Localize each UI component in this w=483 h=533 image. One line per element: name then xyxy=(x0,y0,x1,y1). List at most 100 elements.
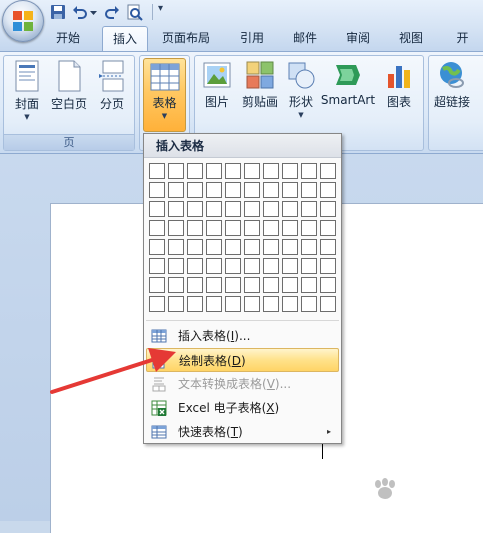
tab-references[interactable]: 引用 xyxy=(230,26,274,52)
table-grid-cell[interactable] xyxy=(168,163,184,179)
menu-item-excel-spreadsheet[interactable]: Excel 电子表格(X) xyxy=(146,396,339,420)
table-grid-cell[interactable] xyxy=(244,296,260,312)
save-icon[interactable] xyxy=(50,4,66,20)
table-grid-cell[interactable] xyxy=(301,258,317,274)
table-grid-cell[interactable] xyxy=(225,220,241,236)
table-grid-cell[interactable] xyxy=(282,239,298,255)
table-grid-cell[interactable] xyxy=(263,220,279,236)
table-grid-cell[interactable] xyxy=(187,258,203,274)
shapes-button[interactable]: 形状 ▼ xyxy=(285,60,317,119)
table-button[interactable]: 表格 ▼ xyxy=(143,58,186,132)
office-button[interactable] xyxy=(2,0,44,42)
table-grid-cell[interactable] xyxy=(320,220,336,236)
table-grid-cell[interactable] xyxy=(149,239,165,255)
table-grid-cell[interactable] xyxy=(263,201,279,217)
table-grid-cell[interactable] xyxy=(301,163,317,179)
clipart-button[interactable]: 剪贴画 xyxy=(237,60,283,110)
table-grid-cell[interactable] xyxy=(282,296,298,312)
table-grid-cell[interactable] xyxy=(149,201,165,217)
table-grid-cell[interactable] xyxy=(149,163,165,179)
menu-item-insert-table[interactable]: 插入表格(I)... xyxy=(146,324,339,348)
blank-page-button[interactable]: 空白页 xyxy=(48,60,90,112)
table-grid-cell[interactable] xyxy=(225,258,241,274)
table-grid-cell[interactable] xyxy=(320,239,336,255)
table-grid-cell[interactable] xyxy=(282,163,298,179)
table-grid-cell[interactable] xyxy=(301,182,317,198)
table-grid-cell[interactable] xyxy=(187,163,203,179)
table-grid-cell[interactable] xyxy=(168,296,184,312)
table-grid-cell[interactable] xyxy=(263,277,279,293)
table-grid-cell[interactable] xyxy=(301,201,317,217)
table-grid-cell[interactable] xyxy=(206,296,222,312)
tab-developer[interactable]: 开发工 xyxy=(442,26,483,93)
hyperlink-button[interactable]: 超链接 xyxy=(431,60,473,110)
table-grid-cell[interactable] xyxy=(320,163,336,179)
table-grid-cell[interactable] xyxy=(263,163,279,179)
table-grid-cell[interactable] xyxy=(225,201,241,217)
table-grid-cell[interactable] xyxy=(263,258,279,274)
undo-dropdown-icon[interactable] xyxy=(90,4,97,20)
table-grid-cell[interactable] xyxy=(282,258,298,274)
table-grid-cell[interactable] xyxy=(187,182,203,198)
table-grid-cell[interactable] xyxy=(206,239,222,255)
table-grid-cell[interactable] xyxy=(225,239,241,255)
table-grid-cell[interactable] xyxy=(263,296,279,312)
table-grid-cell[interactable] xyxy=(187,201,203,217)
redo-icon[interactable] xyxy=(104,4,120,20)
table-grid-cell[interactable] xyxy=(168,258,184,274)
table-grid-cell[interactable] xyxy=(263,239,279,255)
print-preview-icon[interactable] xyxy=(126,4,144,21)
table-grid-cell[interactable] xyxy=(168,220,184,236)
table-grid-cell[interactable] xyxy=(225,296,241,312)
table-grid-cell[interactable] xyxy=(206,277,222,293)
table-grid-cell[interactable] xyxy=(187,239,203,255)
table-grid-cell[interactable] xyxy=(225,182,241,198)
table-grid-cell[interactable] xyxy=(187,220,203,236)
table-grid-cell[interactable] xyxy=(225,163,241,179)
undo-icon[interactable] xyxy=(72,4,88,20)
table-grid-cell[interactable] xyxy=(263,182,279,198)
table-grid-cell[interactable] xyxy=(206,163,222,179)
table-grid-cell[interactable] xyxy=(282,201,298,217)
table-grid-cell[interactable] xyxy=(320,296,336,312)
menu-item-quick-tables[interactable]: 快速表格(T) ▸ xyxy=(146,420,339,444)
table-grid-cell[interactable] xyxy=(168,182,184,198)
picture-button[interactable]: 图片 xyxy=(199,60,235,110)
menu-item-text-to-table[interactable]: 文本转换成表格(V)... xyxy=(146,372,339,396)
tab-home[interactable]: 开始 xyxy=(46,26,90,52)
customize-quick-access-icon[interactable]: ▾ xyxy=(158,3,163,14)
table-grid-cell[interactable] xyxy=(301,220,317,236)
table-grid-cell[interactable] xyxy=(149,258,165,274)
table-grid-cell[interactable] xyxy=(282,220,298,236)
table-grid-cell[interactable] xyxy=(244,201,260,217)
table-grid-cell[interactable] xyxy=(149,182,165,198)
table-grid-cell[interactable] xyxy=(244,220,260,236)
smartart-button[interactable]: SmartArt xyxy=(319,60,377,107)
tab-review[interactable]: 审阅 xyxy=(336,26,380,52)
table-grid-cell[interactable] xyxy=(187,296,203,312)
table-grid-cell[interactable] xyxy=(244,258,260,274)
table-grid-cell[interactable] xyxy=(225,277,241,293)
tab-mailings[interactable]: 邮件 xyxy=(283,26,327,52)
table-grid-cell[interactable] xyxy=(244,239,260,255)
table-grid-cell[interactable] xyxy=(206,182,222,198)
table-grid-cell[interactable] xyxy=(149,296,165,312)
table-grid-cell[interactable] xyxy=(244,163,260,179)
cover-page-button[interactable]: 封面 ▼ xyxy=(8,60,46,121)
table-grid-cell[interactable] xyxy=(301,296,317,312)
table-grid-cell[interactable] xyxy=(244,277,260,293)
table-grid-cell[interactable] xyxy=(168,201,184,217)
table-grid-cell[interactable] xyxy=(301,277,317,293)
table-grid-cell[interactable] xyxy=(149,220,165,236)
table-grid-cell[interactable] xyxy=(244,182,260,198)
tab-insert[interactable]: 插入 xyxy=(102,26,149,53)
table-grid-cell[interactable] xyxy=(320,182,336,198)
table-grid-cell[interactable] xyxy=(282,277,298,293)
table-grid-cell[interactable] xyxy=(187,277,203,293)
table-grid-cell[interactable] xyxy=(301,239,317,255)
chart-button[interactable]: 图表 xyxy=(381,60,417,110)
table-grid-cell[interactable] xyxy=(282,182,298,198)
page-break-button[interactable]: 分页 xyxy=(92,60,132,112)
table-grid-cell[interactable] xyxy=(206,258,222,274)
table-grid-cell[interactable] xyxy=(149,277,165,293)
